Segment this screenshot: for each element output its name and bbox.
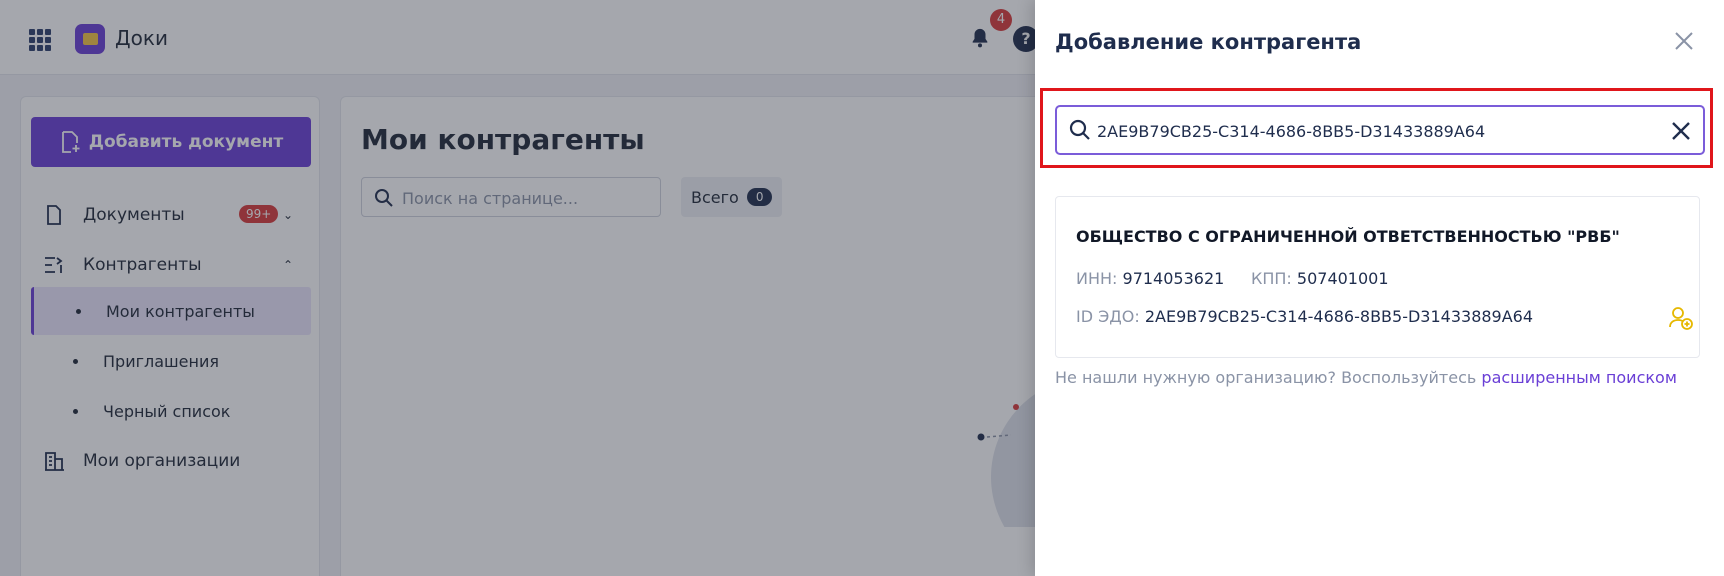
counterparty-search <box>1055 105 1705 155</box>
clear-icon[interactable] <box>1669 119 1693 143</box>
edo-value: 2AE9B79CB25-C314-4686-8BB5-D31433889A64 <box>1144 307 1534 326</box>
advanced-search-link[interactable]: расширенным поиском <box>1481 368 1676 387</box>
inn-value: 9714053621 <box>1122 269 1225 288</box>
add-counterparty-drawer: Добавление контрагента ОБЩЕСТВО С ОГРАНИ… <box>1035 0 1724 576</box>
advanced-search-hint: Не нашли нужную организацию? Воспользуйт… <box>1055 368 1677 387</box>
kpp-label: КПП: <box>1251 269 1292 288</box>
kpp-row: КПП: 507401001 <box>1251 269 1389 288</box>
inn-label: ИНН: <box>1076 269 1118 288</box>
edo-label: ID ЭДО: <box>1076 307 1140 326</box>
drawer-title: Добавление контрагента <box>1055 30 1362 54</box>
search-icon <box>1069 119 1090 140</box>
counterparty-search-input[interactable] <box>1097 119 1657 143</box>
search-result-card[interactable]: ОБЩЕСТВО С ОГРАНИЧЕННОЙ ОТВЕТСТВЕННОСТЬЮ… <box>1055 196 1700 358</box>
close-icon[interactable] <box>1671 28 1697 54</box>
organization-name: ОБЩЕСТВО С ОГРАНИЧЕННОЙ ОТВЕТСТВЕННОСТЬЮ… <box>1076 227 1620 246</box>
kpp-value: 507401001 <box>1296 269 1389 288</box>
hint-text: Не нашли нужную организацию? Воспользуйт… <box>1055 368 1477 387</box>
add-counterparty-icon[interactable] <box>1668 305 1694 331</box>
inn-row: ИНН: 9714053621 <box>1076 269 1224 288</box>
edo-row: ID ЭДО: 2AE9B79CB25-C314-4686-8BB5-D3143… <box>1076 307 1533 326</box>
